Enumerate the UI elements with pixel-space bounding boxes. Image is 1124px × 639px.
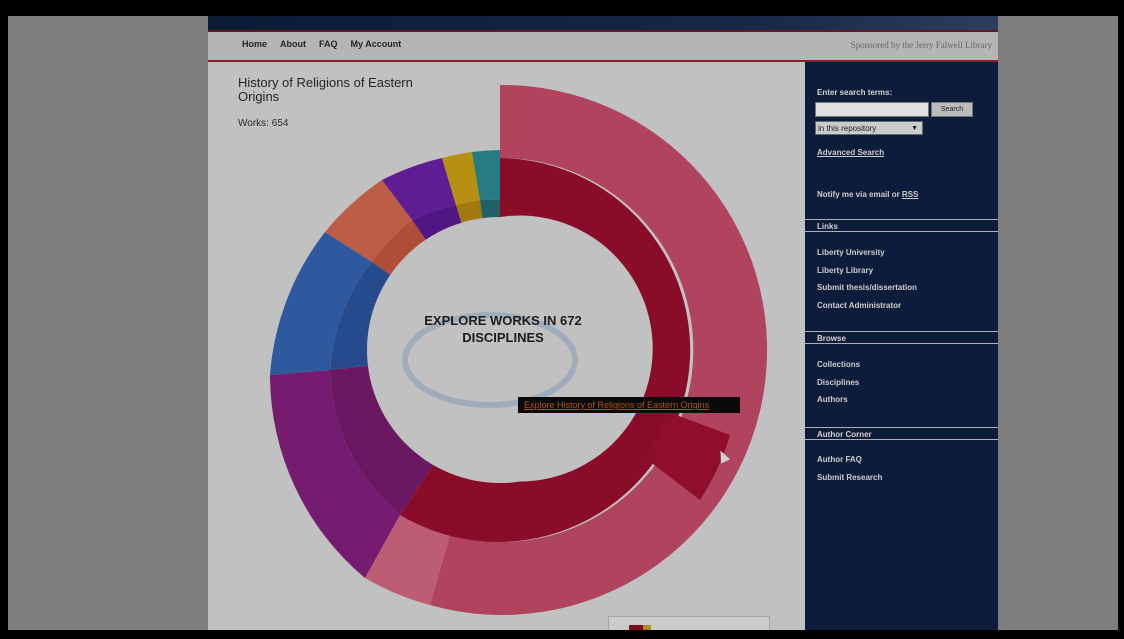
link-submit-thesis[interactable]: Submit thesis/dissertation	[817, 283, 917, 301]
author-faq-link[interactable]: Author FAQ	[817, 455, 882, 473]
web-page: Home About FAQ My Account Sponsored by t…	[208, 16, 998, 630]
browse-authors[interactable]: Authors	[817, 395, 860, 413]
author-corner-list: Author FAQ Submit Research	[817, 455, 882, 490]
nav-my-account-link[interactable]: My Account	[351, 39, 402, 49]
browse-list: Collections Disciplines Authors	[817, 360, 860, 413]
browse-heading: Browse	[805, 331, 998, 344]
search-scope-select[interactable]: in this repository ▼	[815, 121, 923, 135]
search-label: Enter search terms:	[817, 88, 893, 97]
video-frame: Home About FAQ My Account Sponsored by t…	[0, 0, 1124, 639]
tooltip: Explore History of Religions of Eastern …	[518, 397, 740, 413]
bottom-badge	[608, 616, 770, 630]
rss-link[interactable]: RSS	[902, 190, 918, 199]
top-navigation: Home About FAQ My Account Sponsored by t…	[208, 32, 998, 62]
notify-prefix: Notify me via email or	[817, 190, 902, 199]
advanced-search-link[interactable]: Advanced Search	[817, 148, 884, 157]
nav-home-link[interactable]: Home	[242, 39, 267, 49]
nav-faq-link[interactable]: FAQ	[319, 39, 338, 49]
search-scope-value: in this repository	[818, 124, 877, 133]
tooltip-link[interactable]: Explore History of Religions of Eastern …	[524, 400, 709, 410]
browse-collections[interactable]: Collections	[817, 360, 860, 378]
badge-accent-icon	[643, 625, 651, 630]
submit-research-link[interactable]: Submit Research	[817, 473, 882, 491]
center-label[interactable]: EXPLORE WORKS IN 672 DISCIPLINES	[393, 312, 613, 346]
search-button[interactable]: Search	[931, 102, 973, 117]
nav-about-link[interactable]: About	[280, 39, 306, 49]
sponsor-text: Sponsored by the Jerry Falwell Library	[850, 40, 992, 50]
site-banner	[208, 16, 998, 32]
sunburst-chart[interactable]	[208, 62, 805, 630]
dropdown-arrow-icon: ▼	[911, 125, 918, 132]
links-heading: Links	[805, 219, 998, 232]
sunburst-panel: History of Religions of Eastern Origins …	[208, 62, 805, 630]
works-count: Works: 654	[238, 118, 289, 129]
badge-logo-icon	[629, 625, 643, 630]
browser-viewport: Home About FAQ My Account Sponsored by t…	[8, 16, 1118, 630]
link-liberty-library[interactable]: Liberty Library	[817, 266, 917, 284]
links-list: Liberty University Liberty Library Submi…	[817, 248, 917, 318]
sidebar: Enter search terms: Search in this repos…	[805, 62, 998, 630]
author-corner-heading: Author Corner	[805, 427, 998, 440]
search-input[interactable]	[815, 102, 929, 117]
browse-disciplines[interactable]: Disciplines	[817, 378, 860, 396]
notify-text: Notify me via email or RSS	[817, 190, 918, 199]
chart-title: History of Religions of Eastern Origins	[238, 75, 413, 104]
link-contact-administrator[interactable]: Contact Administrator	[817, 301, 917, 319]
link-liberty-university[interactable]: Liberty University	[817, 248, 917, 266]
